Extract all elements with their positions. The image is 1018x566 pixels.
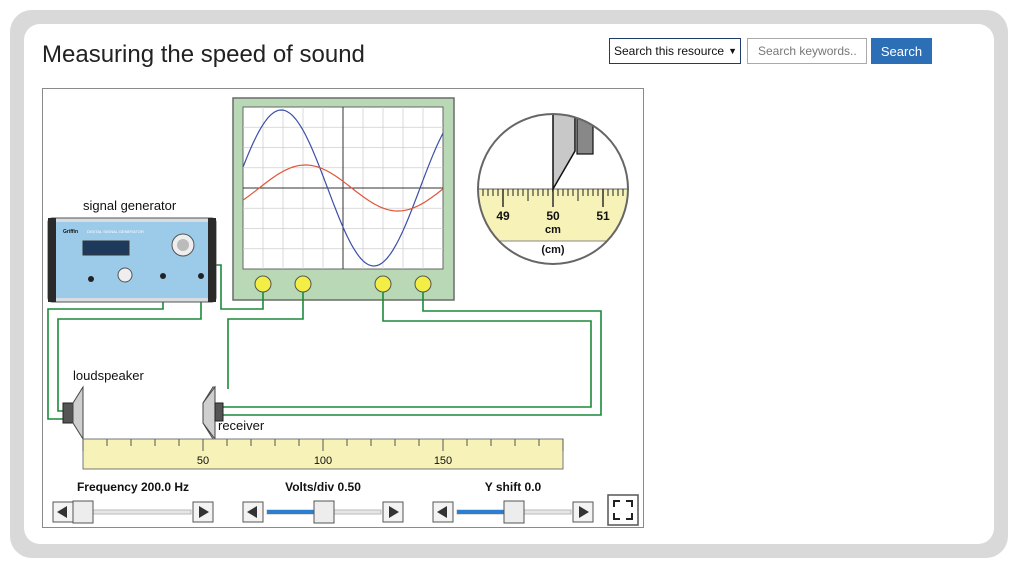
chevron-down-icon: ▼: [728, 46, 737, 56]
volts-thumb[interactable]: [313, 500, 335, 524]
zoom-label-49: 49: [496, 209, 510, 223]
fullscreen-button[interactable]: [607, 494, 639, 526]
generator-title: DIGITAL SIGNAL GENERATOR: [87, 229, 144, 234]
zoom-label-51: 51: [596, 209, 610, 223]
search-scope-select[interactable]: Search this resource ▼: [609, 38, 741, 64]
signal-generator-label: signal generator: [83, 198, 177, 213]
frequency-slider[interactable]: [52, 500, 214, 524]
frequency-track[interactable]: [76, 509, 192, 515]
generator-display: [82, 240, 130, 256]
receiver-label: receiver: [218, 418, 265, 433]
zoom-unit: cm: [545, 224, 561, 236]
ruler-label-150: 150: [434, 455, 452, 467]
waveform-button: [88, 276, 94, 282]
ruler: 50 100 150: [82, 438, 564, 470]
scope-terminal-4: [414, 275, 432, 293]
zoom-unit-paren: (cm): [541, 244, 565, 256]
scope-terminal-3: [374, 275, 392, 293]
scope-terminal-2: [294, 275, 312, 293]
scope-terminal-1: [254, 275, 272, 293]
ruler-label-50: 50: [197, 455, 209, 467]
amplitude-knob: [117, 267, 133, 283]
volts-div-label: Volts/div 0.50: [285, 480, 361, 494]
search-button[interactable]: Search: [871, 38, 932, 64]
generator-socket-1: [160, 273, 166, 279]
loudspeaker-label: loudspeaker: [73, 368, 144, 383]
simulation-canvas: signal generator Griffin DIGITAL SIGNAL …: [47, 97, 639, 526]
generator-brand: Griffin: [63, 229, 78, 235]
simulation-panel: signal generator Griffin DIGITAL SIGNAL …: [42, 88, 644, 528]
ruler-label-100: 100: [314, 455, 332, 467]
search-input[interactable]: [747, 38, 867, 64]
receiver[interactable]: receiver: [202, 385, 265, 441]
volts-div-slider[interactable]: [242, 500, 404, 524]
y-shift-slider[interactable]: [432, 500, 594, 524]
loudspeaker: loudspeaker: [62, 368, 144, 441]
zoom-label-50: 50: [546, 209, 560, 223]
y-shift-label: Y shift 0.0: [485, 480, 542, 494]
zoom-magnifier: 49 50 51 cm (cm): [477, 113, 629, 265]
frequency-label: Frequency 200.0 Hz: [77, 480, 189, 494]
yshift-thumb[interactable]: [503, 500, 525, 524]
frequency-thumb[interactable]: [72, 500, 94, 524]
oscilloscope: [232, 97, 455, 301]
signal-generator: signal generator Griffin DIGITAL SIGNAL …: [47, 198, 217, 303]
search-scope-value: Search this resource: [614, 44, 725, 58]
generator-socket-2: [198, 273, 204, 279]
page-title: Measuring the speed of sound: [42, 41, 365, 68]
